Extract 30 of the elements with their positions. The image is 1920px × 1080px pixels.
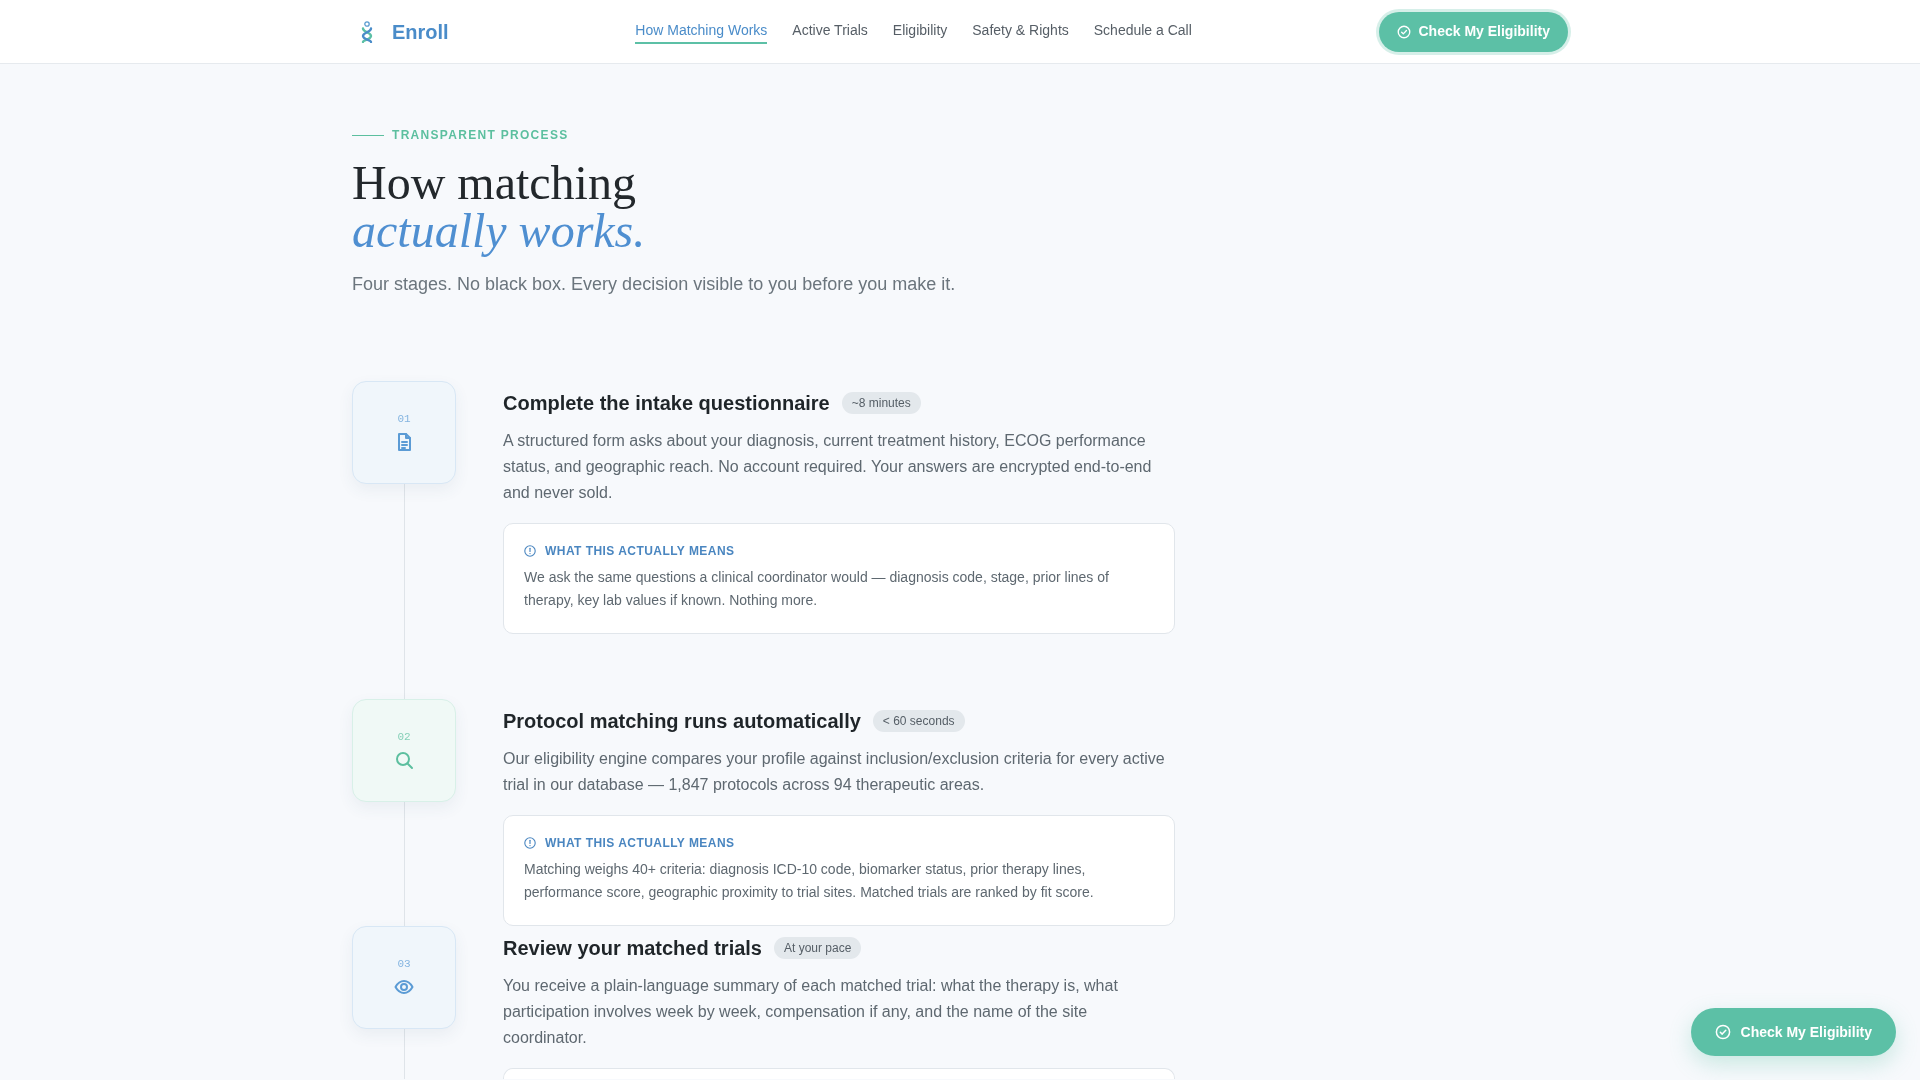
step-number: 03 <box>397 958 411 971</box>
nav-link[interactable]: Schedule a Call <box>1093 19 1192 44</box>
step-title: Protocol matching runs automatically <box>503 709 861 733</box>
duration-tag: At your pace <box>774 937 862 959</box>
step-description: A structured form asks about your diagnosis, current treatment history, ECOG performance status, and geographic reach. No account required. Your answers are encrypted end-to-end and never sold. <box>503 431 1153 503</box>
duration-tag: < 60 seconds <box>872 710 965 732</box>
step-description: You receive a plain-language summary of each matched trial: what the therapy is, what participation involves week by week, compensation if any, and the name of the site coordinator. <box>503 976 1119 1048</box>
eyebrow-label: TRANSPARENT PROCESS <box>392 128 569 142</box>
step-number: 02 <box>397 731 411 744</box>
step-title: Complete the intake questionnaire <box>503 391 830 415</box>
step-description: Our eligibility engine compares your profile against inclusion/exclusion criteria for every active trial in our database — 1,847 protocols across 94 therapeutic areas. <box>503 749 1166 795</box>
info-text: We ask the same questions a clinical coordinator would — diagnosis code, stage, prior lines of therapy, key lab values if known. Nothing more. <box>524 568 1110 610</box>
check-circle-icon <box>1714 1024 1731 1040</box>
info-text: Matching weighs 40+ criteria: diagnosis ICD-10 code, biomarker status, prior therapy lines, performance score, geographic proximity to trial sites. Matched trials are ranked by fit score. <box>524 860 1095 902</box>
exclamation-circle-icon <box>524 837 536 849</box>
info-heading: WHAT THIS ACTUALLY MEANS <box>545 543 735 559</box>
step-title: Review your matched trials <box>503 936 762 960</box>
check-circle-icon <box>1396 24 1411 39</box>
page-heading: How matching actually works. <box>352 159 646 255</box>
info-heading: WHAT THIS ACTUALLY MEANS <box>545 835 735 851</box>
nav-link[interactable]: Active Trials <box>792 19 868 44</box>
brand-name: Enroll <box>392 19 449 44</box>
nav-link[interactable]: Safety & Rights <box>972 19 1069 44</box>
step-number: 01 <box>397 413 411 426</box>
duration-tag: ~8 minutes <box>841 392 921 414</box>
nav-link[interactable]: Eligibility <box>892 19 948 44</box>
page-subtitle: Four stages. No black box. Every decision visible to you before you make it. <box>352 273 956 296</box>
exclamation-circle-icon <box>524 545 536 557</box>
nav-link[interactable]: How Matching Works <box>635 19 768 44</box>
helix-logo-icon <box>360 20 374 43</box>
